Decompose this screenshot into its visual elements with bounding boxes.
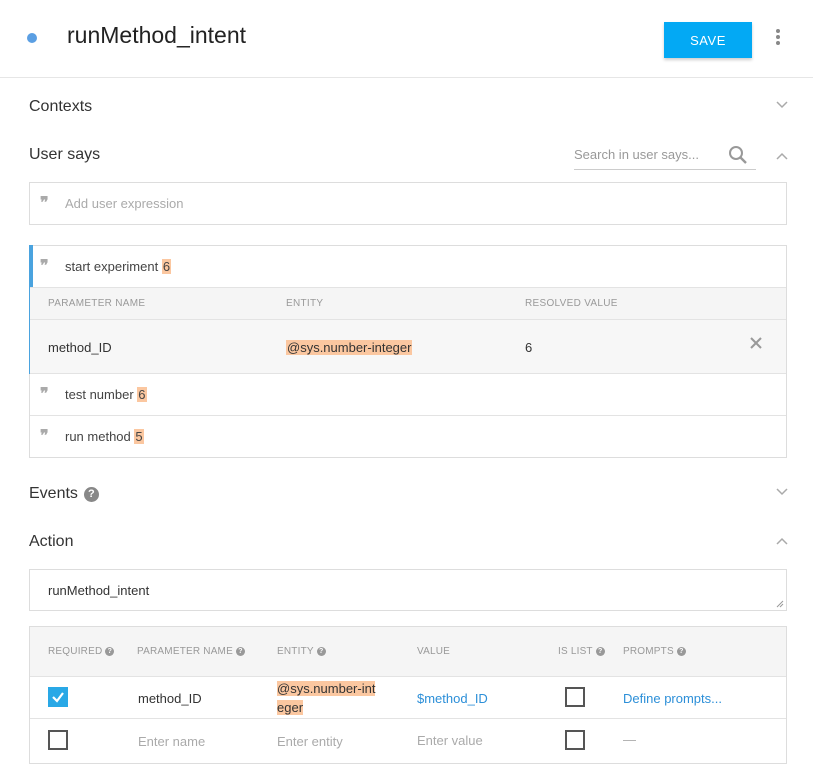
search-icon[interactable] — [728, 145, 748, 170]
user-says-section-title[interactable]: User says — [29, 146, 100, 164]
is-list-checkbox[interactable] — [565, 730, 585, 750]
is-list-checkbox[interactable] — [565, 687, 585, 707]
help-icon[interactable]: ? — [235, 647, 245, 656]
events-section-title[interactable]: Events ? — [29, 485, 99, 503]
required-checkbox[interactable] — [48, 730, 68, 750]
expression-parameter-highlight[interactable]: 6 — [161, 259, 172, 274]
parameter-table-header: PARAMETER NAME ENTITY RESOLVED VALUE — [30, 288, 786, 320]
resolved-value[interactable]: 6 — [525, 340, 532, 355]
quote-icon: ❞ — [40, 384, 48, 403]
list-item[interactable]: ❞ start experiment 6 — [30, 246, 786, 288]
parameters-table-header: REQUIRED? PARAMETER NAME? ENTITY? VALUE … — [30, 627, 786, 677]
events-title-label: Events — [29, 485, 78, 502]
user-says-search — [574, 144, 756, 170]
action-parameters-table: REQUIRED? PARAMETER NAME? ENTITY? VALUE … — [29, 626, 787, 764]
column-header-required: REQUIRED? — [48, 646, 115, 657]
help-icon[interactable]: ? — [316, 647, 326, 656]
add-expression-box: ❞ — [29, 182, 787, 225]
help-icon[interactable]: ? — [83, 486, 99, 502]
save-button[interactable]: SAVE — [664, 22, 752, 58]
column-header-resolved-value: RESOLVED VALUE — [525, 298, 618, 309]
chevron-up-icon[interactable] — [776, 537, 788, 545]
expression-text: run method — [65, 429, 135, 444]
search-input[interactable] — [574, 147, 719, 162]
quote-icon: ❞ — [40, 426, 48, 445]
help-icon[interactable]: ? — [595, 647, 605, 656]
expression-text: start experiment — [65, 259, 162, 274]
help-icon[interactable]: ? — [676, 647, 686, 656]
define-prompts-link[interactable]: Define prompts... — [623, 691, 722, 706]
enter-value-input[interactable]: Enter value — [417, 733, 483, 748]
parameter-name[interactable]: method_ID — [48, 340, 112, 355]
parameter-name[interactable]: method_ID — [138, 691, 202, 706]
expression-parameter-highlight[interactable]: 6 — [137, 387, 147, 402]
column-header-is-list: IS LIST? — [558, 646, 605, 657]
action-name-box — [29, 569, 787, 611]
parameter-entity[interactable]: @sys.number-int eger — [277, 679, 376, 717]
table-row: Enter name Enter entity Enter value — — [30, 719, 786, 763]
column-header-entity: ENTITY — [286, 298, 324, 309]
resize-handle-icon[interactable] — [776, 600, 784, 608]
intent-title[interactable]: runMethod_intent — [67, 22, 246, 49]
column-header-parameter-name: PARAMETER NAME? — [137, 646, 245, 657]
help-icon[interactable]: ? — [105, 647, 115, 656]
action-name-input[interactable] — [48, 583, 748, 598]
expression-list: ❞ start experiment 6 PARAMETER NAME ENTI… — [29, 245, 787, 458]
expression-parameter-highlight[interactable]: 5 — [134, 429, 144, 444]
status-dot — [27, 33, 37, 43]
chevron-up-icon[interactable] — [776, 152, 788, 160]
chevron-down-icon[interactable] — [776, 488, 788, 496]
table-row: method_ID @sys.number-integer 6 — [30, 320, 786, 374]
chevron-down-icon[interactable] — [776, 101, 788, 109]
expression-text: test number — [65, 387, 138, 402]
column-header-prompts: PROMPTS? — [623, 646, 686, 657]
contexts-section-title[interactable]: Contexts — [29, 98, 92, 116]
quote-icon: ❞ — [40, 256, 48, 275]
required-checkbox[interactable] — [48, 687, 68, 707]
table-row: method_ID @sys.number-int eger $method_I… — [30, 677, 786, 719]
intent-header: runMethod_intent SAVE — [0, 0, 813, 78]
enter-name-input[interactable]: Enter name — [138, 734, 205, 749]
column-header-entity: ENTITY? — [277, 646, 326, 657]
list-item[interactable]: ❞ test number 6 — [30, 374, 786, 416]
enter-entity-input[interactable]: Enter entity — [277, 734, 343, 749]
more-options-icon[interactable] — [773, 29, 783, 47]
parameter-entity[interactable]: @sys.number-integer — [286, 340, 413, 355]
column-header-value: VALUE — [417, 646, 451, 657]
prompts-placeholder: — — [623, 732, 636, 747]
add-user-expression-input[interactable] — [65, 196, 665, 211]
list-item[interactable]: ❞ run method 5 — [30, 416, 786, 458]
close-icon[interactable] — [750, 336, 762, 354]
column-header-parameter-name: PARAMETER NAME — [48, 298, 146, 309]
parameter-value[interactable]: $method_ID — [417, 691, 488, 706]
quote-icon: ❞ — [40, 193, 48, 212]
action-section-title[interactable]: Action — [29, 533, 73, 551]
